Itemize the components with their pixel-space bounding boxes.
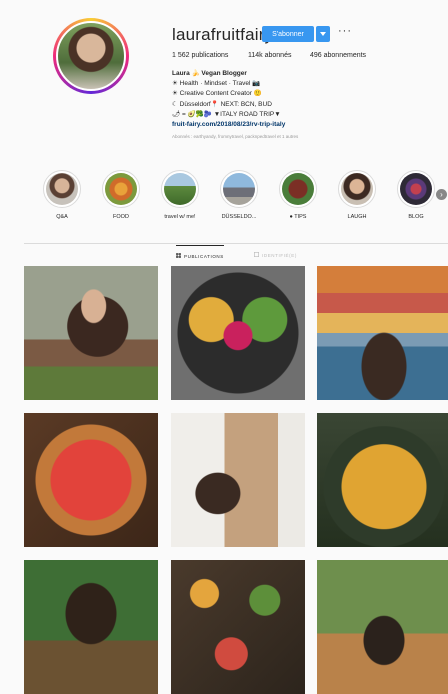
- profile-header: laurafruitfairy S'abonner ··· 1 562 publ…: [0, 0, 448, 160]
- bio-line: ☀ Health · Mindset · Travel 📷: [172, 80, 261, 88]
- posts-count: 1 562 publications: [172, 52, 229, 59]
- suggestions-dropdown-button[interactable]: [316, 26, 330, 42]
- avatar[interactable]: [56, 21, 126, 91]
- highlight-thumbnail: [105, 173, 137, 205]
- bio-line: ☀ Creative Content Creator 🙂: [172, 90, 262, 98]
- highlight-label: travel w/ me!: [164, 214, 196, 220]
- highlight-dusseldorf[interactable]: DÜSSELDO...: [219, 170, 259, 220]
- more-options-button[interactable]: ···: [338, 25, 352, 37]
- highlight-thumbnail: [341, 173, 373, 205]
- highlight-label: BLOG: [408, 214, 424, 220]
- grid-icon: [175, 252, 182, 259]
- highlight-laugh[interactable]: LAUGH: [337, 170, 377, 220]
- highlight-ring: [43, 170, 81, 208]
- following-count[interactable]: 496 abonnements: [310, 52, 366, 59]
- post-thumbnail[interactable]: [171, 413, 305, 547]
- highlight-thumbnail: [164, 173, 196, 205]
- highlights-next-button[interactable]: ›: [436, 189, 447, 200]
- full-name: Laura 🍌 Vegan Blogger: [172, 70, 247, 77]
- highlight-thumbnail: [400, 173, 432, 205]
- highlight-food[interactable]: FOOD: [101, 170, 141, 220]
- tab-publications[interactable]: PUBLICATIONS: [175, 245, 224, 259]
- follow-button[interactable]: S'abonner: [262, 26, 314, 42]
- tag-icon: [253, 251, 260, 258]
- highlight-qa[interactable]: Q&A: [42, 170, 82, 220]
- post-thumbnail[interactable]: [24, 266, 158, 400]
- highlight-thumbnail: [223, 173, 255, 205]
- profile-avatar-ring[interactable]: [53, 18, 129, 94]
- username: laurafruitfairy: [172, 25, 274, 44]
- chevron-right-icon: ›: [440, 190, 443, 199]
- bio-website-link[interactable]: fruit-fairy.com/2018/08/23/rv-trip-italy: [172, 120, 402, 130]
- highlight-travel[interactable]: travel w/ me!: [160, 170, 200, 220]
- post-thumbnail[interactable]: [171, 560, 305, 694]
- post-thumbnail[interactable]: [24, 560, 158, 694]
- post-thumbnail[interactable]: [24, 413, 158, 547]
- highlight-label: DÜSSELDO...: [221, 214, 257, 220]
- bio-line: ☾ Düsseldorf📍 NEXT: BCN, BUD: [172, 100, 272, 108]
- chevron-down-icon: [320, 31, 326, 38]
- highlight-ring: [220, 170, 258, 208]
- highlight-thumbnail: [46, 173, 78, 205]
- tab-label: PUBLICATIONS: [184, 253, 224, 259]
- divider: [24, 243, 448, 244]
- highlight-ring: [161, 170, 199, 208]
- highlight-tips[interactable]: ● TIPS: [278, 170, 318, 220]
- highlight-label: Q&A: [56, 214, 68, 220]
- story-highlights: Q&A FOOD travel w/ me! DÜSSELDO... ● TIP…: [0, 170, 448, 230]
- highlight-thumbnail: [282, 173, 314, 205]
- post-thumbnail[interactable]: [317, 560, 448, 694]
- highlight-ring: [338, 170, 376, 208]
- followed-by-text[interactable]: Abonnés : earthyandy, fromnytravel, pack…: [172, 133, 402, 140]
- highlight-ring: [279, 170, 317, 208]
- bio-line: 🌶 = 🥑🥦🫐 ▼ITALY ROAD TRIP▼: [172, 110, 281, 118]
- highlight-label: LAUGH: [347, 214, 367, 220]
- post-thumbnail[interactable]: [317, 413, 448, 547]
- highlight-label: ● TIPS: [289, 214, 307, 220]
- highlight-ring: [102, 170, 140, 208]
- post-thumbnail[interactable]: [317, 266, 448, 400]
- tab-identified[interactable]: IDENTIFIÉ(E): [253, 245, 297, 258]
- highlight-ring: [397, 170, 435, 208]
- post-thumbnail[interactable]: [171, 266, 305, 400]
- highlight-label: FOOD: [113, 214, 129, 220]
- highlight-blog[interactable]: BLOG: [396, 170, 436, 220]
- profile-bio: Laura 🍌 Vegan Blogger ☀ Health · Mindset…: [172, 69, 402, 140]
- tab-label: IDENTIFIÉ(E): [262, 252, 297, 258]
- followers-count[interactable]: 114k abonnés: [248, 52, 291, 59]
